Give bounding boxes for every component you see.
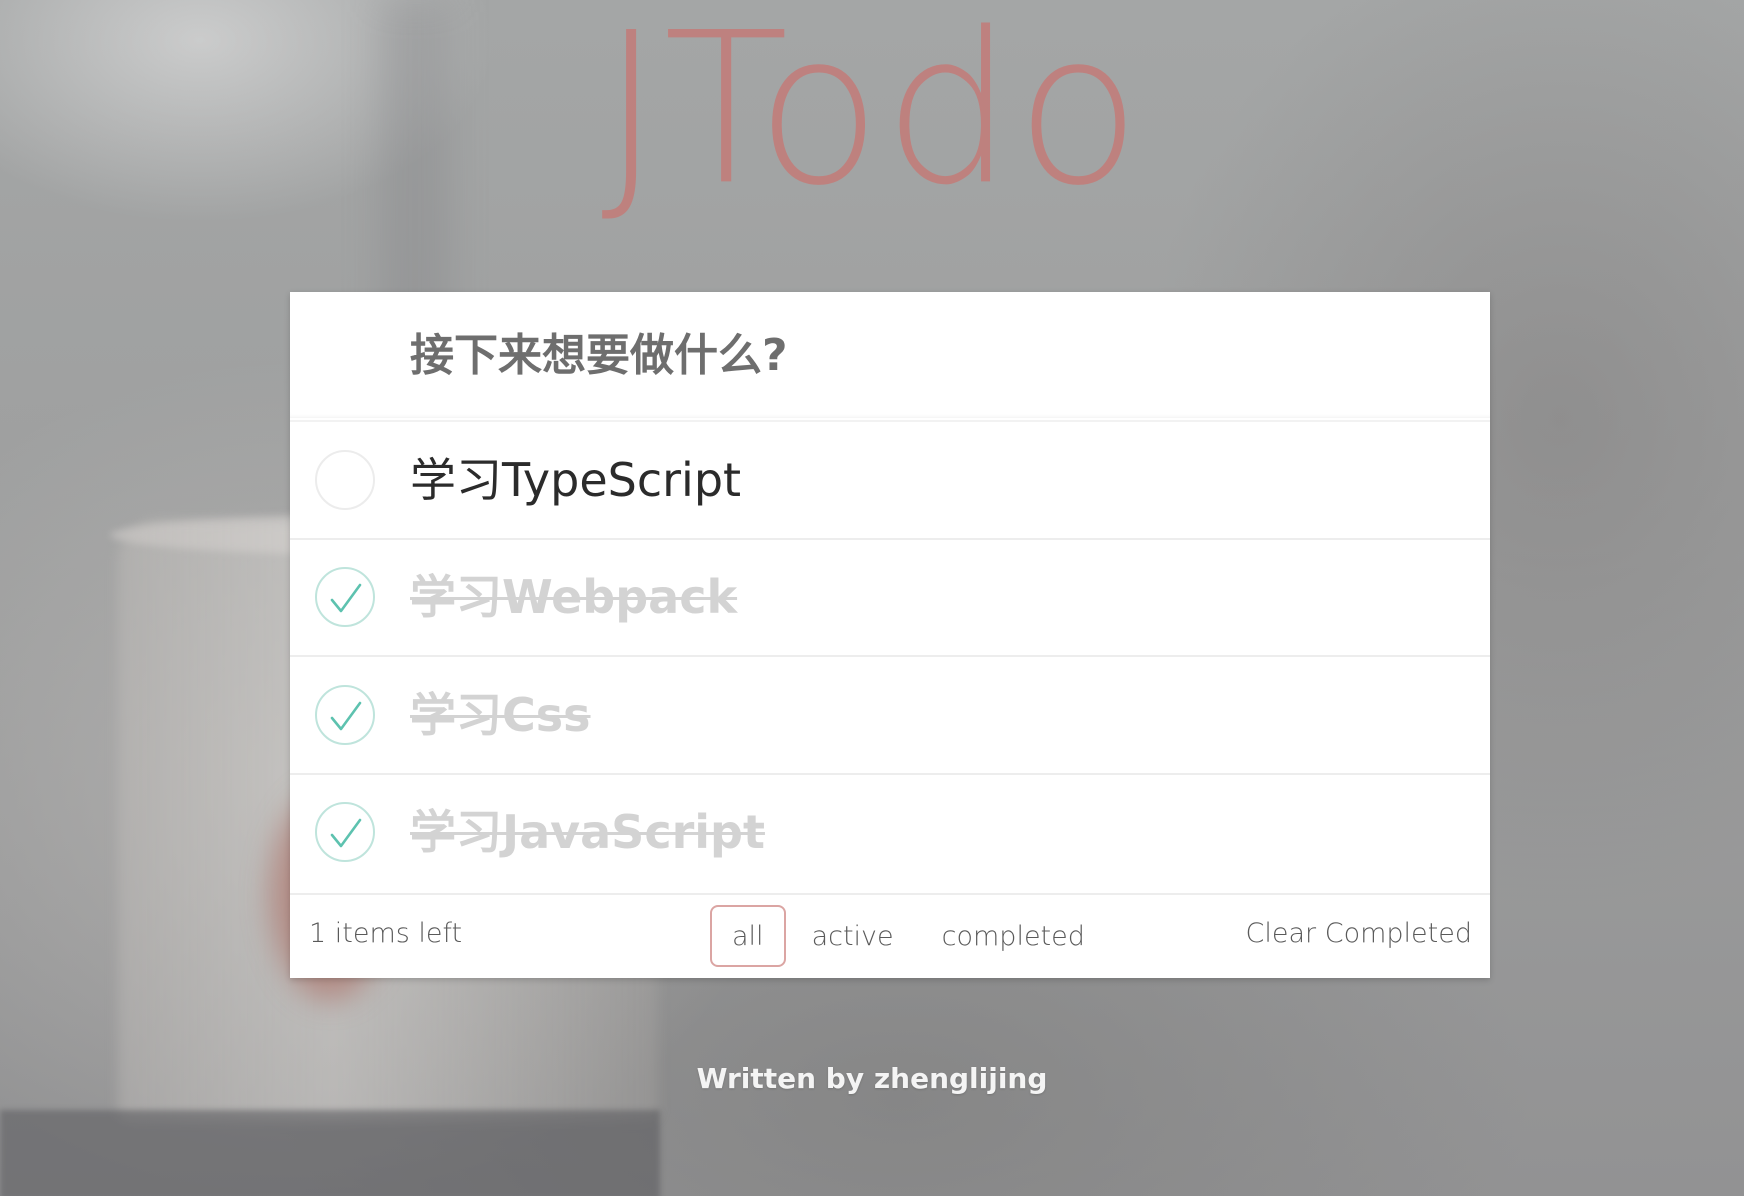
todo-item[interactable]: 学习Css xyxy=(290,655,1490,773)
todo-list: 学习TypeScript 学习Webpack 学习Css 学习JavaScrip… xyxy=(290,420,1490,890)
new-todo-input[interactable] xyxy=(290,292,1490,418)
items-left-count: 1 items left xyxy=(309,918,463,949)
todo-item[interactable]: 学习Webpack xyxy=(290,537,1490,656)
todo-label: 学习Webpack xyxy=(410,570,738,625)
checkmark-icon xyxy=(330,583,362,613)
todo-label: 学习Css xyxy=(410,687,591,742)
todo-footer: 1 items left all active completed Clear … xyxy=(290,893,1490,978)
todo-label: 学习TypeScript xyxy=(410,452,742,507)
background-saucer xyxy=(0,1110,660,1196)
filter-completed[interactable]: completed xyxy=(920,905,1107,967)
toggle-checkbox[interactable] xyxy=(315,567,375,628)
todo-app-card: 学习TypeScript 学习Webpack 学习Css xyxy=(290,292,1490,978)
filter-active[interactable]: active xyxy=(790,905,916,967)
toggle-checkbox[interactable] xyxy=(315,684,375,745)
todo-item[interactable]: 学习JavaScript xyxy=(290,772,1490,891)
toggle-checkbox[interactable] xyxy=(315,449,375,510)
todo-label: 学习JavaScript xyxy=(410,805,765,860)
clear-completed-button[interactable]: Clear Completed xyxy=(1246,918,1472,949)
app-title: JTodo xyxy=(601,0,1143,232)
checkmark-icon xyxy=(330,701,362,731)
filter-group: all active completed xyxy=(710,905,1111,967)
author-credit: Written by zhenglijing xyxy=(696,1062,1048,1095)
checkmark-icon xyxy=(330,818,362,848)
toggle-checkbox[interactable] xyxy=(315,802,375,863)
filter-all[interactable]: all xyxy=(710,905,786,967)
todo-item[interactable]: 学习TypeScript xyxy=(290,420,1490,538)
